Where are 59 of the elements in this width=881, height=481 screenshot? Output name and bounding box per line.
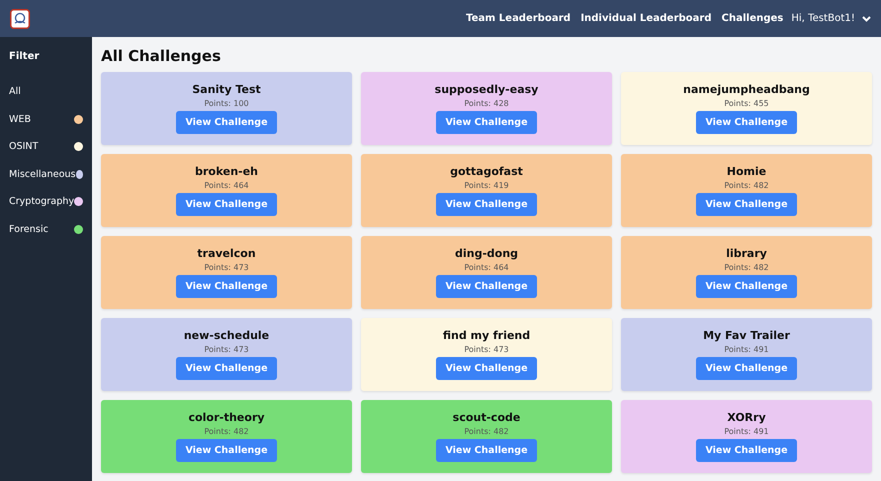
nav-link[interactable]: Individual Leaderboard bbox=[580, 13, 712, 24]
view-challenge-button[interactable]: View Challenge bbox=[176, 193, 277, 216]
challenge-points: Points: 464 bbox=[464, 263, 509, 272]
view-challenge-button[interactable]: View Challenge bbox=[176, 357, 277, 380]
logo-icon[interactable] bbox=[10, 8, 30, 28]
view-challenge-button[interactable]: View Challenge bbox=[696, 111, 797, 134]
view-challenge-button[interactable]: View Challenge bbox=[696, 275, 797, 298]
challenge-points: Points: 455 bbox=[724, 99, 769, 108]
challenge-points: Points: 482 bbox=[464, 427, 509, 436]
page-heading: All Challenges bbox=[101, 47, 222, 65]
filter-title: Filter bbox=[9, 51, 40, 64]
challenge-points: Points: 473 bbox=[204, 263, 249, 272]
filter-item[interactable]: Miscellaneous bbox=[9, 160, 83, 188]
view-challenge-button[interactable]: View Challenge bbox=[696, 357, 797, 380]
filter-item[interactable]: OSINT bbox=[9, 133, 83, 160]
challenge-points: Points: 491 bbox=[724, 427, 769, 436]
view-challenge-button[interactable]: View Challenge bbox=[436, 275, 537, 298]
filter-item[interactable]: All bbox=[9, 78, 83, 106]
challenge-points: Points: 473 bbox=[464, 345, 509, 354]
filter-item[interactable]: WEB bbox=[9, 106, 83, 133]
view-challenge-button[interactable]: View Challenge bbox=[176, 439, 277, 462]
challenge-name: travelcon bbox=[197, 247, 256, 260]
challenge-name: gottagofast bbox=[450, 165, 523, 178]
challenge-points: Points: 491 bbox=[724, 345, 769, 354]
view-challenge-button[interactable]: View Challenge bbox=[436, 193, 537, 216]
challenge-name: Sanity Test bbox=[192, 83, 261, 96]
filter-item[interactable]: Cryptography bbox=[9, 188, 83, 216]
nav-link[interactable]: Team Leaderboard bbox=[466, 13, 571, 24]
challenge-points: Points: 419 bbox=[464, 181, 509, 190]
chevron-down-icon[interactable] bbox=[862, 16, 871, 22]
challenge-name: new-schedule bbox=[184, 329, 270, 342]
challenge-points: Points: 428 bbox=[464, 99, 509, 108]
challenge-name: library bbox=[726, 247, 767, 260]
challenge-name: ding-dong bbox=[454, 247, 518, 260]
view-challenge-button[interactable]: View Challenge bbox=[696, 439, 797, 462]
challenge-name: Homie bbox=[726, 165, 766, 178]
challenge-points: Points: 464 bbox=[204, 181, 249, 190]
challenge-name: find my friend bbox=[442, 329, 530, 342]
view-challenge-button[interactable]: View Challenge bbox=[176, 111, 277, 134]
view-challenge-button[interactable]: View Challenge bbox=[436, 111, 537, 134]
filter-item[interactable]: Forensic bbox=[9, 216, 83, 243]
challenge-name: color-theory bbox=[188, 411, 265, 424]
challenge-name: broken-eh bbox=[194, 165, 258, 178]
challenge-points: Points: 100 bbox=[204, 99, 249, 108]
challenge-points: Points: 482 bbox=[724, 263, 769, 272]
challenge-name: supposedly-easy bbox=[434, 83, 538, 96]
view-challenge-button[interactable]: View Challenge bbox=[436, 357, 537, 380]
challenge-name: My Fav Trailer bbox=[703, 329, 790, 342]
view-challenge-button[interactable]: View Challenge bbox=[696, 193, 797, 216]
challenge-points: Points: 482 bbox=[724, 181, 769, 190]
challenge-name: scout-code bbox=[452, 411, 520, 424]
challenge-points: Points: 482 bbox=[204, 427, 249, 436]
challenge-name: XORry bbox=[727, 411, 766, 424]
view-challenge-button[interactable]: View Challenge bbox=[176, 275, 277, 298]
challenge-name: namejumpheadbang bbox=[683, 83, 810, 96]
user-menu[interactable]: Hi, TestBot1! bbox=[791, 13, 855, 24]
nav-link[interactable]: Challenges bbox=[722, 13, 784, 24]
view-challenge-button[interactable]: View Challenge bbox=[436, 439, 537, 462]
challenge-points: Points: 473 bbox=[204, 345, 249, 354]
